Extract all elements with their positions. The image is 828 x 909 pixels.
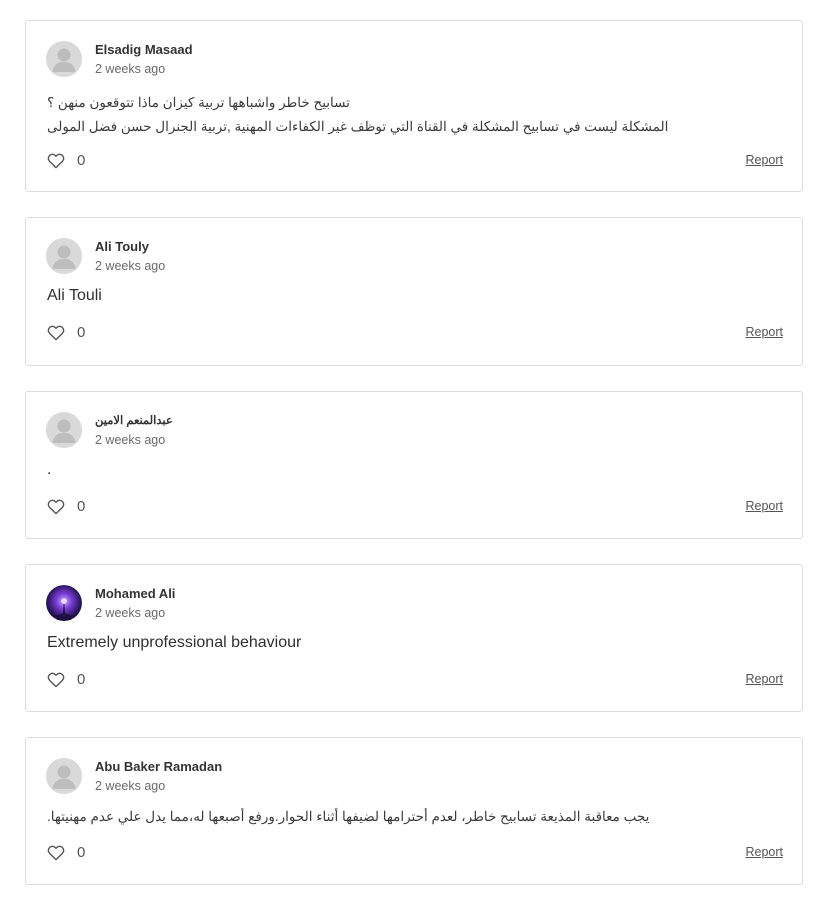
- comment-body: تسابيح خاطر واشباهها تربية كيزان ماذا تت…: [47, 91, 782, 139]
- like-count: 0: [77, 152, 86, 169]
- comment-card: Abu Baker Ramadan 2 weeks ago يجب معاقبة ا…: [25, 737, 803, 885]
- avatar[interactable]: [46, 585, 82, 621]
- comment-body: يجب معاقبة المذيعة تسابيح خاطر، لعدم أحت…: [47, 805, 782, 829]
- heart-icon[interactable]: [47, 672, 65, 688]
- comment-body: Ali Touli: [47, 287, 782, 305]
- avatar[interactable]: [46, 758, 82, 794]
- comment-text-line: تسابيح خاطر واشباهها تربية كيزان ماذا تت…: [47, 95, 350, 110]
- heart-icon[interactable]: [47, 499, 65, 515]
- report-link[interactable]: Report: [745, 153, 783, 167]
- report-link[interactable]: Report: [745, 499, 783, 513]
- comment-author[interactable]: Abu Baker Ramadan: [95, 759, 222, 774]
- like-count: 0: [77, 324, 86, 341]
- comment-timestamp: 2 weeks ago: [95, 259, 166, 273]
- avatar[interactable]: [46, 41, 82, 77]
- like-button[interactable]: 0: [47, 844, 85, 861]
- heart-icon[interactable]: [47, 325, 65, 341]
- comment-author[interactable]: عبدالمنعم الامين: [95, 413, 173, 427]
- comment-text-line: Extremely unprofessional behaviour: [47, 634, 302, 651]
- comment-timestamp: 2 weeks ago: [95, 62, 166, 76]
- avatar[interactable]: [46, 238, 82, 274]
- heart-icon[interactable]: [47, 153, 65, 169]
- report-link[interactable]: Report: [745, 325, 783, 339]
- heart-icon[interactable]: [47, 845, 65, 861]
- avatar[interactable]: [46, 412, 82, 448]
- like-button[interactable]: 0: [47, 324, 85, 341]
- comment-card: Elsadig Masaad 2 weeks ago تسابيح خاطر واش…: [25, 20, 803, 192]
- like-count: 0: [77, 498, 86, 515]
- comment-card: عبدالمنعم الامين 2 weeks ago. 0 Report: [25, 391, 803, 539]
- comment-text-line: المشكلة ليست في تسابيح المشكلة في القناة…: [47, 119, 669, 134]
- comment-author[interactable]: Mohamed Ali: [95, 586, 175, 601]
- comment-body: .: [47, 461, 782, 479]
- report-link[interactable]: Report: [745, 672, 783, 686]
- comment-author[interactable]: Ali Touly: [95, 239, 149, 254]
- comment-card: Mohamed Ali 2 weeks ago Extremely unprofes…: [25, 564, 803, 712]
- report-link[interactable]: Report: [745, 845, 783, 859]
- comment-author[interactable]: Elsadig Masaad: [95, 42, 193, 57]
- comment-timestamp: 2 weeks ago: [95, 606, 166, 620]
- like-button[interactable]: 0: [47, 152, 85, 169]
- comment-timestamp: 2 weeks ago: [95, 779, 166, 793]
- comment-body: Extremely unprofessional behaviour: [47, 634, 782, 652]
- comment-text-line: .: [47, 461, 52, 478]
- like-count: 0: [77, 671, 86, 688]
- comment-text-line: Ali Touli: [47, 287, 102, 304]
- comment-card: Ali Touly 2 weeks ago Ali Touli 0 Report: [25, 217, 803, 366]
- comment-text-line: يجب معاقبة المذيعة تسابيح خاطر، لعدم أحت…: [47, 809, 650, 824]
- like-count: 0: [77, 844, 86, 861]
- like-button[interactable]: 0: [47, 498, 85, 515]
- comment-timestamp: 2 weeks ago: [95, 433, 166, 447]
- like-button[interactable]: 0: [47, 671, 85, 688]
